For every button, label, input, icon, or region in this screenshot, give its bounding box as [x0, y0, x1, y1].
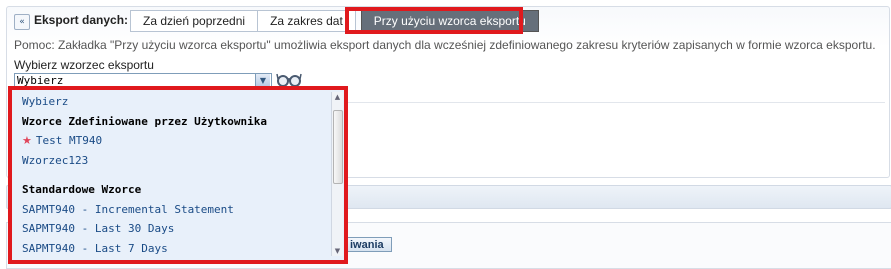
scrollbar-thumb[interactable] [333, 110, 343, 184]
scroll-down-icon[interactable]: ▼ [332, 246, 343, 256]
help-text: Pomoc: Zakładka "Przy użyciu wzorca eksp… [14, 38, 876, 52]
chevron-down-icon[interactable]: ▼ [255, 74, 270, 86]
dropdown-group-standard-templates: Standardowe Wzorce [22, 183, 142, 196]
dropdown-option-test-mt940[interactable]: ★ Test MT940 [14, 131, 332, 151]
collapse-icon[interactable]: « [14, 14, 30, 30]
dropdown-option-label: Test MT940 [35, 134, 103, 147]
template-select-label: Wybierz wzorzec eksportu [14, 58, 154, 72]
export-label: Eksport danych: [34, 13, 129, 27]
dropdown-option-incremental[interactable]: SAPMT940 - Incremental Statement [14, 200, 332, 220]
tab-previous-day[interactable]: Za dzień poprzedni [130, 10, 259, 32]
dropdown-option-last-30-days[interactable]: SAPMT940 - Last 30 Days [14, 219, 332, 239]
run-button[interactable]: iwania [345, 237, 392, 252]
tab-date-range[interactable]: Za zakres dat [257, 10, 356, 32]
template-dropdown-list: Wybierz Wzorce Zdefiniowane przez Użytko… [14, 92, 332, 256]
scroll-up-icon[interactable]: ▲ [332, 92, 343, 102]
template-select[interactable]: Wybierz [14, 73, 272, 87]
star-icon: ★ [22, 134, 32, 147]
highlight-frame-tab [345, 7, 523, 34]
dropdown-spacer [14, 170, 332, 180]
dropdown-option-choose[interactable]: Wybierz [14, 92, 332, 112]
divider [345, 102, 885, 103]
dropdown-option-wzorzec123[interactable]: Wzorzec123 [14, 151, 332, 171]
dropdown-group-user-templates: Wzorce Zdefiniowane przez Użytkownika [22, 114, 268, 128]
dropdown-option-last-7-days[interactable]: SAPMT940 - Last 7 Days [14, 239, 332, 257]
dropdown-scrollbar[interactable]: ▲ ▼ [331, 92, 343, 256]
